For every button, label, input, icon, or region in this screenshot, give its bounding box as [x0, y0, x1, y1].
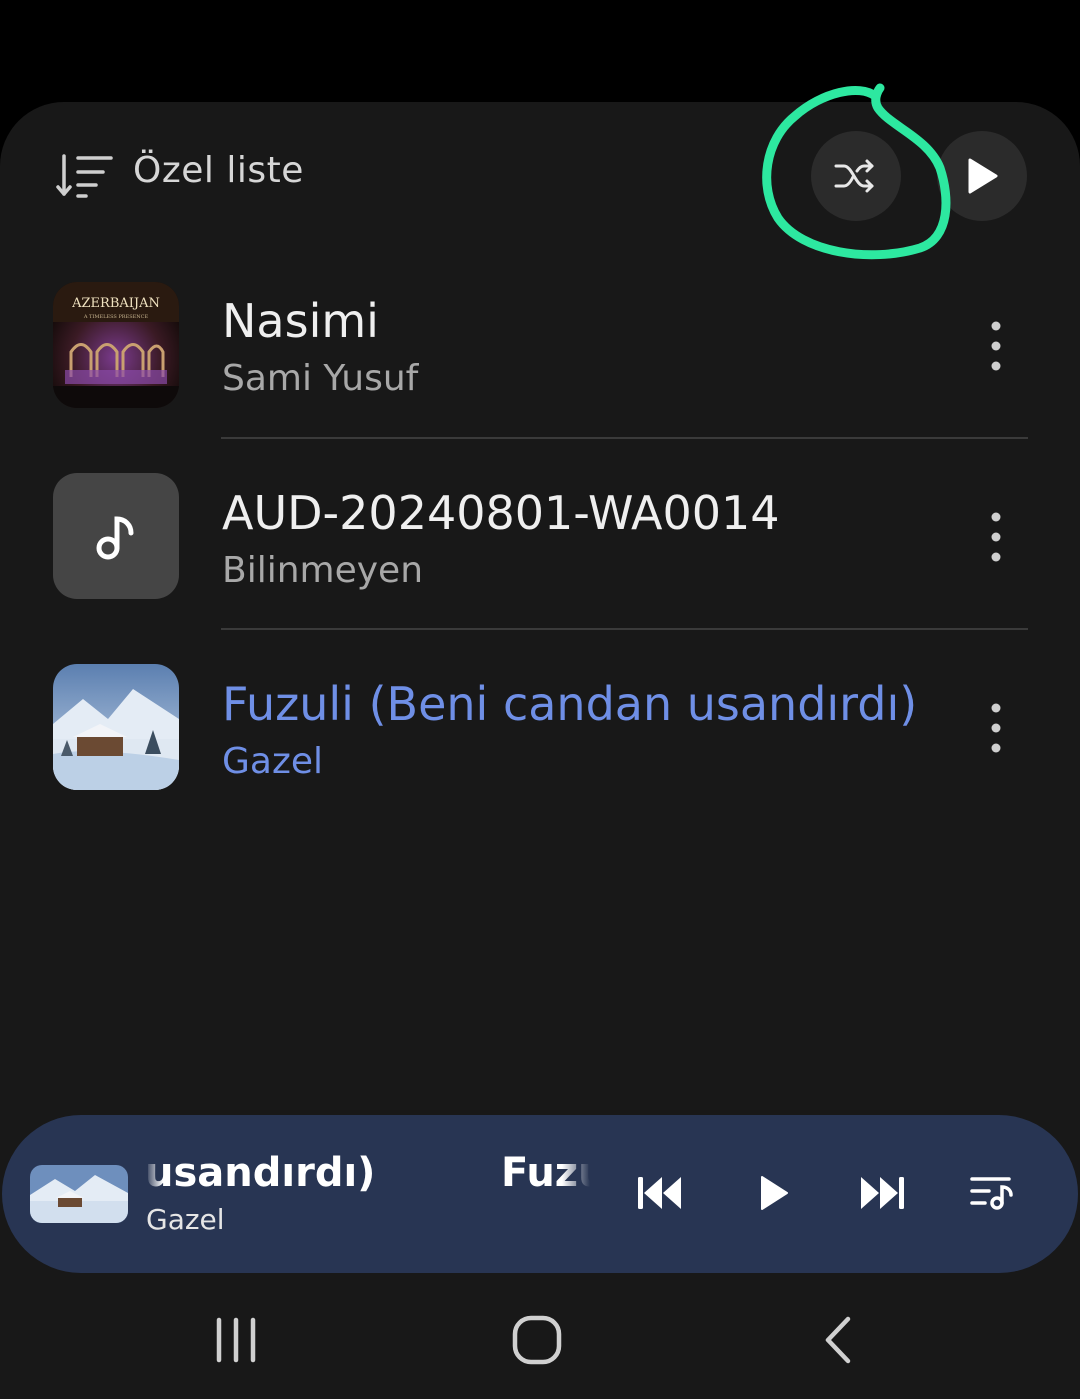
shuffle-button[interactable]: [811, 131, 901, 221]
queue-button[interactable]: [960, 1163, 1024, 1223]
mini-player-artist: Gazel: [146, 1203, 225, 1236]
previous-button[interactable]: [628, 1163, 692, 1223]
track-title: Nasimi: [222, 294, 379, 348]
track-title: Fuzuli (Beni candan usandırdı): [222, 677, 918, 731]
divider: [221, 437, 1028, 439]
more-options-button[interactable]: [978, 318, 1014, 374]
album-art-placeholder: [53, 473, 179, 599]
home-button[interactable]: [497, 1310, 577, 1370]
album-art: AZERBAIJAN A TIMELESS PRESENCE: [53, 282, 179, 408]
previous-icon: [638, 1177, 681, 1209]
recents-button[interactable]: [196, 1310, 276, 1370]
home-icon: [512, 1315, 562, 1365]
svg-text:A TIMELESS PRESENCE: A TIMELESS PRESENCE: [83, 314, 149, 320]
play-icon: [968, 158, 998, 194]
next-icon: [861, 1177, 904, 1209]
more-vert-icon: [991, 703, 1001, 753]
back-icon: [825, 1316, 851, 1364]
track-artist: Bilinmeyen: [222, 550, 424, 591]
next-button[interactable]: [850, 1163, 914, 1223]
more-options-button[interactable]: [978, 509, 1014, 565]
more-vert-icon: [991, 512, 1001, 562]
play-icon: [761, 1176, 788, 1210]
play-button[interactable]: [741, 1163, 805, 1223]
track-row[interactable]: AUD-20240801-WA0014 Bilinmeyen: [0, 450, 1080, 630]
track-row[interactable]: AZERBAIJAN A TIMELESS PRESENCE Nasimi Sa…: [0, 258, 1080, 438]
track-title: AUD-20240801-WA0014: [222, 486, 780, 540]
music-note-icon: [96, 516, 134, 560]
more-options-button[interactable]: [978, 700, 1014, 756]
track-artist: Gazel: [222, 741, 324, 782]
track-artist: Sami Yusuf: [222, 358, 419, 399]
album-art: [53, 664, 179, 790]
mini-player-album-art: [30, 1165, 128, 1223]
back-button[interactable]: [800, 1310, 880, 1370]
album-art-text: AZERBAIJAN: [71, 296, 160, 311]
sort-icon[interactable]: [56, 152, 114, 200]
playlist-title: Özel liste: [133, 150, 304, 191]
queue-icon: [970, 1177, 1013, 1210]
shuffle-icon: [834, 159, 874, 193]
recents-icon: [216, 1317, 256, 1363]
play-all-button[interactable]: [937, 131, 1027, 221]
divider: [221, 628, 1028, 630]
track-row-active[interactable]: Fuzuli (Beni candan usandırdı) Gazel: [0, 641, 1080, 821]
mini-player-title: usandırdı) Fuzu: [145, 1150, 590, 1206]
more-vert-icon: [991, 321, 1001, 371]
